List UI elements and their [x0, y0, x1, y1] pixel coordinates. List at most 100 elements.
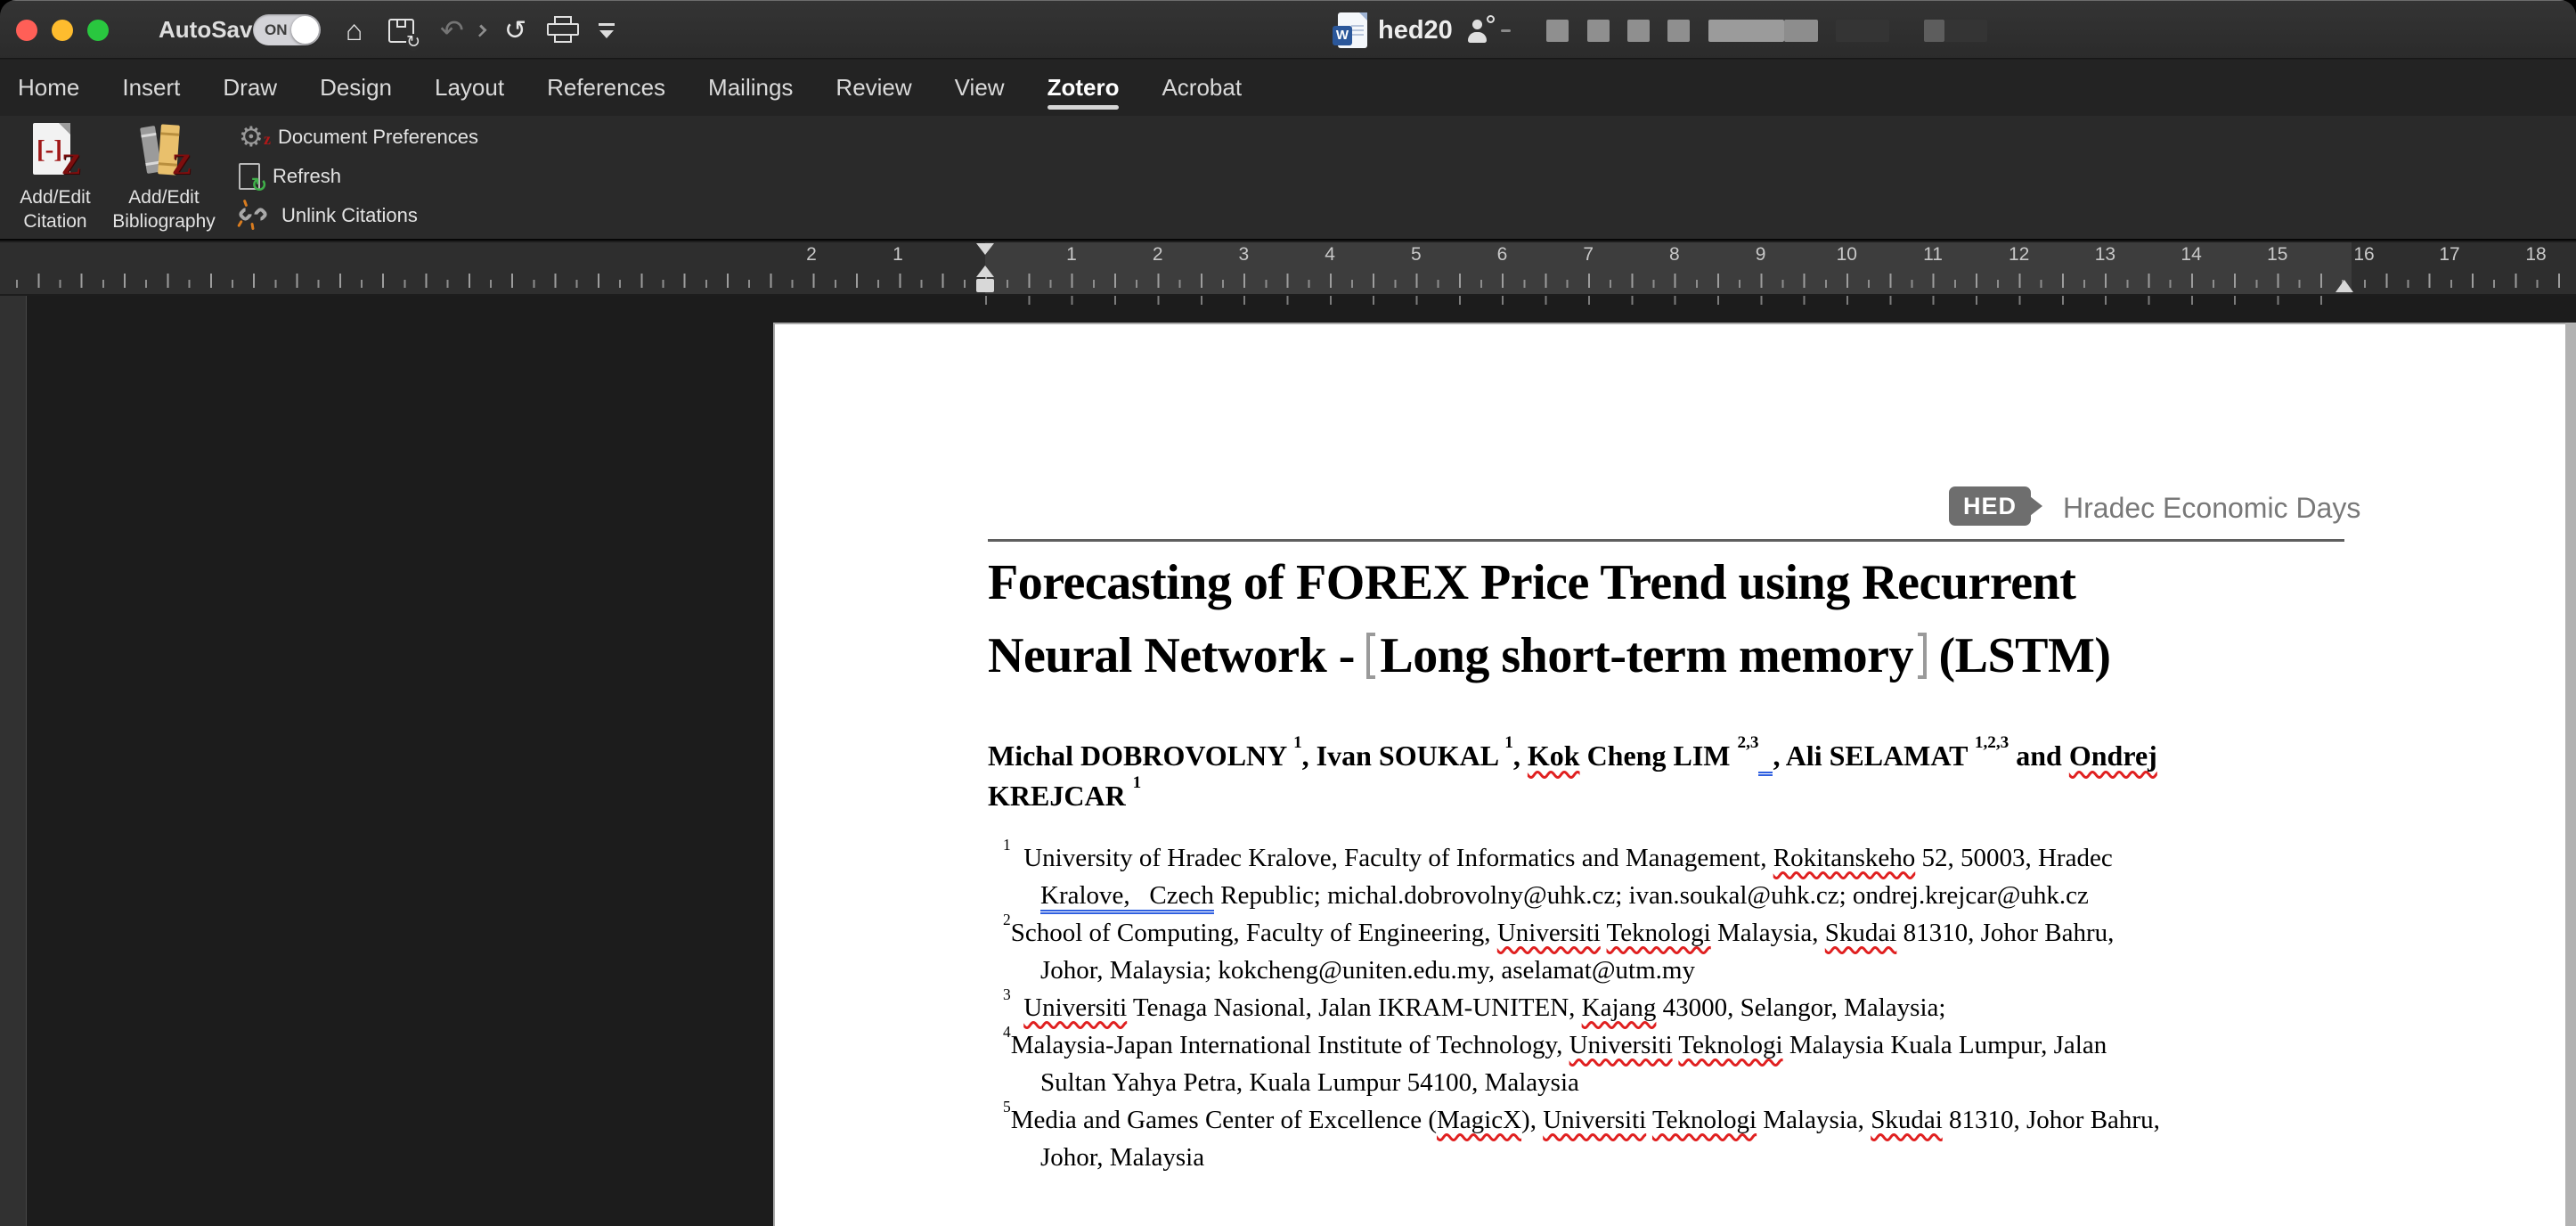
home-button[interactable]: ⌂: [346, 12, 363, 49]
document-text: School of Computing, Faculty of Engineer…: [1011, 919, 1497, 947]
toolbar-block: [1924, 20, 1944, 42]
ruler-number: 12: [2009, 244, 2029, 266]
document-text: 3: [1003, 985, 1011, 1003]
ruler-number: 14: [2181, 244, 2201, 266]
tab-label: View: [955, 74, 1005, 102]
ruler-text-area: [985, 242, 2352, 294]
spellcheck-word: MagicX: [1437, 1106, 1521, 1134]
tab-draw[interactable]: Draw: [223, 60, 277, 116]
spellcheck-word: Universiti: [1023, 993, 1127, 1022]
ruler-number: 2: [806, 244, 817, 266]
spellcheck-word: Kok: [1528, 740, 1580, 772]
quick-access-more-button[interactable]: [599, 12, 615, 49]
citation-icon: [-]Z: [29, 123, 81, 182]
bibliography-icon: Z: [136, 123, 192, 182]
ruler-number: 3: [1239, 244, 1250, 266]
ruler-left-margin: [0, 242, 985, 294]
document-text: and: [2009, 740, 2069, 772]
ruler-number: 4: [1325, 244, 1335, 266]
zoom-window-button[interactable]: [87, 20, 109, 41]
unlink-citations-button[interactable]: Unlink Citations: [239, 198, 418, 233]
tab-layout[interactable]: Layout: [435, 60, 504, 116]
document-title: hed20: [1378, 16, 1453, 45]
more-caret-icon: [599, 23, 615, 38]
hed-badge: HED: [1949, 486, 2031, 526]
toolbar-block: [1944, 20, 1987, 42]
document-page[interactable]: HED Hradec Economic Days Forecasting of …: [773, 323, 2576, 1226]
content-control-bracket: [1366, 633, 1375, 679]
first-line-indent-marker[interactable]: [976, 243, 994, 255]
horizontal-ruler: ↱ 21123456789101112131415161718: [0, 242, 2576, 294]
zotero-ribbon: [-]Z Add/EditCitation Z Add/EditBibliogr…: [0, 116, 2576, 241]
author-line: Michal DOBROVOLNY 1, Ivan SOUKAL 1, Kok …: [988, 736, 2157, 776]
document-preferences-button[interactable]: ⚙z Document Preferences: [239, 119, 478, 155]
document-text: 1: [1504, 733, 1513, 752]
tab-label: Draw: [223, 74, 277, 102]
tab-insert[interactable]: Insert: [122, 60, 180, 116]
add-edit-citation-button[interactable]: [-]Z Add/EditCitation: [12, 123, 98, 233]
broken-link-icon: [239, 202, 269, 229]
tab-references[interactable]: References: [547, 60, 665, 116]
tab-view[interactable]: View: [955, 60, 1005, 116]
undo-dropdown-chevron[interactable]: [476, 12, 485, 49]
right-indent-marker[interactable]: [2336, 280, 2353, 292]
close-window-button[interactable]: [16, 20, 37, 41]
document-text: Sultan Yahya Petra, Kuala Lumpur 54100, …: [1040, 1068, 1579, 1097]
tab-mailings[interactable]: Mailings: [708, 60, 793, 116]
tab-label: Design: [320, 74, 392, 102]
titlebar: AutoSave ON ⌂ ↻ ↶ ↺ W hed20: [0, 0, 2576, 59]
tab-label: Insert: [122, 74, 180, 102]
active-tab-indicator: [1048, 105, 1120, 110]
document-text: Cheng LIM: [1580, 740, 1738, 772]
ribbon-tabs: Home Insert Draw Design Layout References Mail…: [18, 60, 2576, 116]
autosave-toggle[interactable]: ON: [253, 14, 321, 45]
ruler-number: 5: [1411, 244, 1422, 266]
document-text: [1601, 919, 1607, 947]
document-text: Johor, Malaysia; kokcheng@uniten.edu.my,…: [1040, 956, 1695, 985]
affiliation-line: Johor, Malaysia; kokcheng@uniten.edu.my,…: [1003, 952, 2160, 989]
print-button[interactable]: [547, 12, 579, 49]
title-separator: [1501, 29, 1511, 32]
vertical-scrollbar[interactable]: [2565, 323, 2576, 1226]
word-document-icon: W: [1338, 12, 1367, 48]
tab-label: Zotero: [1048, 74, 1120, 102]
tab-label: Layout: [435, 74, 504, 102]
tab-acrobat[interactable]: Acrobat: [1162, 60, 1242, 116]
document-text: 4: [1003, 1023, 1011, 1041]
refresh-button[interactable]: ↻ Refresh: [239, 159, 341, 194]
redo-button[interactable]: ↺: [504, 12, 526, 49]
toolbar-block: [1546, 20, 1569, 42]
autosave-label: AutoSave: [159, 16, 265, 44]
save-button[interactable]: ↻: [388, 12, 414, 49]
ruler-number: 15: [2267, 244, 2287, 266]
affiliation-line: Sultan Yahya Petra, Kuala Lumpur 54100, …: [1003, 1064, 2160, 1101]
share-presence-icon[interactable]: [1467, 18, 1490, 43]
document-text: 2: [1003, 911, 1011, 928]
document-text: , Ali SELAMAT: [1773, 740, 1974, 772]
tab-zotero[interactable]: Zotero: [1048, 60, 1120, 116]
document-text: ,: [1513, 740, 1528, 772]
toolbar-block: [1784, 20, 1818, 42]
tab-design[interactable]: Design: [320, 60, 392, 116]
document-text: Long short-term memory: [1380, 628, 1913, 683]
left-indent-marker[interactable]: [976, 279, 994, 292]
ruler-number: 1: [1066, 244, 1077, 266]
tab-home[interactable]: Home: [18, 60, 79, 116]
ruler-number: 13: [2095, 244, 2115, 266]
add-edit-bibliography-button[interactable]: Z Add/EditBibliography: [103, 123, 224, 233]
affiliation-line: 1 University of Hradec Kralove, Faculty …: [1003, 839, 2160, 877]
ruler-number: 6: [1497, 244, 1508, 266]
minimize-window-button[interactable]: [52, 20, 73, 41]
spellcheck-word: Rokitanskeho: [1773, 844, 1916, 872]
authors-block: Michal DOBROVOLNY 1, Ivan SOUKAL 1, Kok …: [988, 736, 2157, 816]
ruler-number: 17: [2439, 244, 2459, 266]
grammar-marked-text: [1758, 740, 1773, 776]
tab-label: Home: [18, 74, 79, 102]
document-text: Malaysia,: [1757, 1106, 1871, 1134]
document-text: Malaysia Kuala Lumpur, Jalan: [1783, 1031, 2107, 1059]
hanging-indent-marker[interactable]: [976, 266, 994, 277]
undo-button[interactable]: ↶: [440, 12, 464, 49]
ruler-number: 7: [1583, 244, 1594, 266]
document-text: Malaysia,: [1711, 919, 1825, 947]
tab-review[interactable]: Review: [836, 60, 911, 116]
